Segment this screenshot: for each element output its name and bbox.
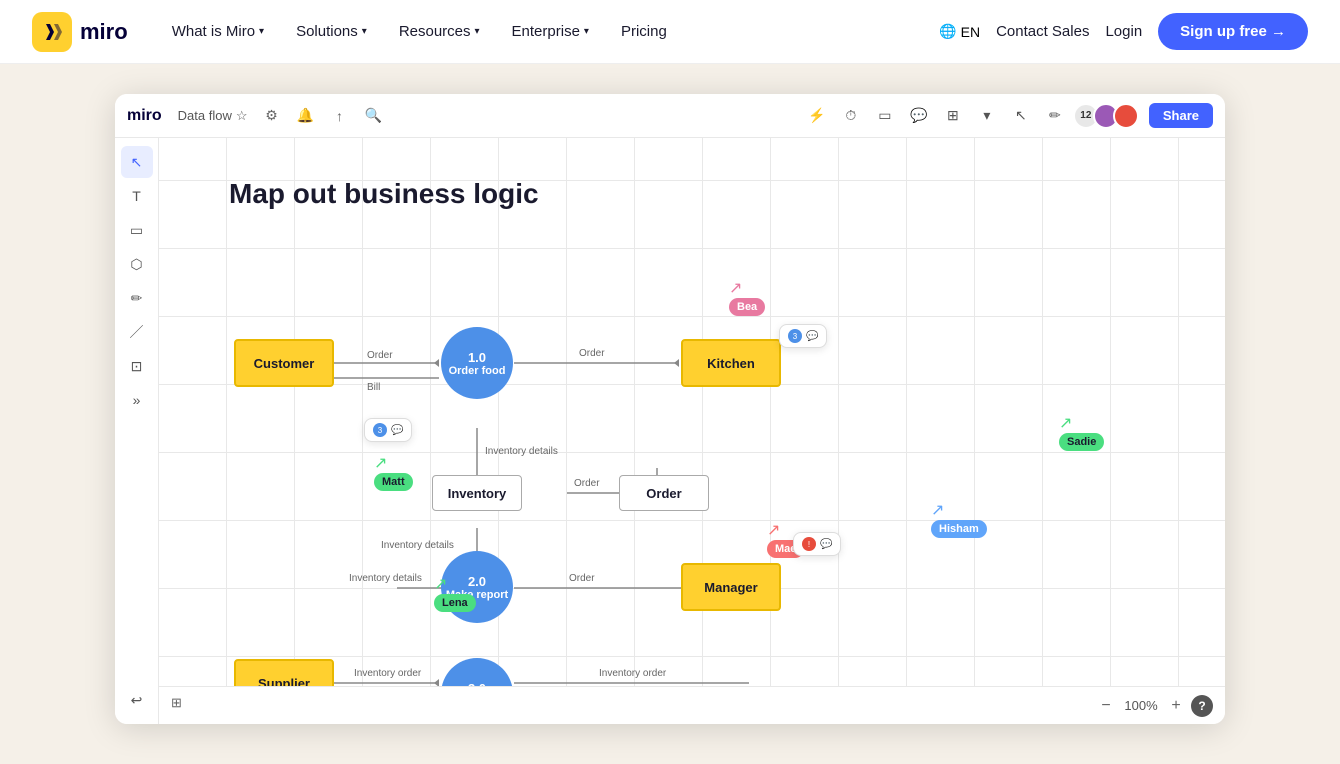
comment-icon[interactable]: 💬: [905, 102, 933, 130]
svg-text:Inventory details: Inventory details: [349, 573, 422, 584]
logo[interactable]: miro: [32, 12, 128, 52]
chevron-down-icon: ▾: [475, 26, 480, 37]
language-selector[interactable]: 🌐 EN: [939, 23, 980, 40]
cursor-hisham: ↗ Hisham: [931, 500, 944, 520]
logo-icon: [32, 12, 72, 52]
nav-links: What is Miro ▾ Solutions ▾ Resources ▾ E…: [160, 15, 939, 48]
chat-bubble-2: ! 💬: [793, 532, 841, 556]
logo-text: miro: [80, 19, 128, 45]
sticky-note-tool[interactable]: ▭: [121, 214, 153, 246]
diagram-svg: Order Bill Order Inventory details: [219, 158, 1179, 698]
cursor-mae: ↗ Mae: [767, 520, 780, 540]
svg-text:Bill: Bill: [367, 382, 380, 393]
nav-resources[interactable]: Resources ▾: [387, 15, 492, 48]
navbar: miro What is Miro ▾ Solutions ▾ Resource…: [0, 0, 1340, 64]
cursor-lena: ↗ Lena: [434, 574, 447, 594]
search-icon[interactable]: 🔍: [362, 104, 386, 128]
make-report-circle[interactable]: 2.0 Make report: [441, 551, 513, 623]
order-food-circle[interactable]: 1.0 Order food: [441, 327, 513, 399]
zoom-level: 100%: [1121, 698, 1161, 713]
svg-text:Order: Order: [367, 350, 393, 361]
zoom-controls: − 100% + ?: [1095, 695, 1213, 717]
select-tool[interactable]: ↖: [121, 146, 153, 178]
chat-bubble-1: 3 💬: [779, 324, 827, 348]
inventory-box[interactable]: Inventory: [432, 475, 522, 511]
whiteboard-body: ↖ T ▭ ⬡ ✏ ／ ⊡ » ↩ Map out business logic: [115, 138, 1225, 724]
left-toolbar: ↖ T ▭ ⬡ ✏ ／ ⊡ » ↩: [115, 138, 159, 724]
chevron-down-icon: ▾: [584, 26, 589, 37]
help-button[interactable]: ?: [1191, 695, 1213, 717]
customer-box[interactable]: Customer: [234, 339, 334, 387]
chevron-down-icon: ▾: [362, 26, 367, 37]
main-area: miro Data flow ☆ ⚙ 🔔 ↑ 🔍 ⚡ ⏱ ▭ 💬 ⊞ ▾ ↖ ✏: [0, 64, 1340, 764]
svg-text:Order: Order: [574, 478, 600, 489]
svg-text:Order: Order: [579, 348, 605, 359]
nav-pricing[interactable]: Pricing: [609, 15, 679, 48]
svg-text:Inventory details: Inventory details: [485, 446, 558, 457]
settings-icon[interactable]: ⚙: [260, 104, 284, 128]
manager-box[interactable]: Manager: [681, 563, 781, 611]
chat-bubble-3: 3 💬: [364, 418, 412, 442]
grid-icon[interactable]: ⊞: [939, 102, 967, 130]
signup-button[interactable]: Sign up free →: [1158, 13, 1308, 50]
whiteboard-canvas[interactable]: Map out business logic Order Bill Order: [159, 138, 1225, 724]
nav-what-is-miro[interactable]: What is Miro ▾: [160, 15, 276, 48]
collaborator-avatars: 12: [1079, 103, 1139, 129]
more-icon[interactable]: ▾: [973, 102, 1001, 130]
login-link[interactable]: Login: [1105, 23, 1142, 40]
diagram-container: Map out business logic Order Bill Order: [219, 158, 1179, 698]
wb-logo: miro: [127, 107, 162, 125]
svg-text:Inventory order: Inventory order: [599, 668, 667, 679]
chevron-down-icon: ▾: [259, 26, 264, 37]
pen-icon[interactable]: ✏: [1041, 102, 1069, 130]
nav-solutions[interactable]: Solutions ▾: [284, 15, 379, 48]
undo-tool[interactable]: ↩: [121, 684, 153, 716]
lightning-icon[interactable]: ⚡: [803, 102, 831, 130]
whiteboard-frame: miro Data flow ☆ ⚙ 🔔 ↑ 🔍 ⚡ ⏱ ▭ 💬 ⊞ ▾ ↖ ✏: [115, 94, 1225, 724]
timer-icon[interactable]: ⏱: [837, 102, 865, 130]
present-icon[interactable]: ▭: [871, 102, 899, 130]
bell-icon[interactable]: 🔔: [294, 104, 318, 128]
panel-toggle-icon[interactable]: ⊞: [171, 695, 193, 717]
frame-tool[interactable]: ⊡: [121, 350, 153, 382]
svg-text:Inventory order: Inventory order: [354, 668, 422, 679]
pen-tool[interactable]: ✏: [121, 282, 153, 314]
contact-sales-link[interactable]: Contact Sales: [996, 23, 1089, 40]
zoom-out-button[interactable]: −: [1095, 695, 1117, 717]
share-button[interactable]: Share: [1149, 103, 1213, 128]
svg-text:Order: Order: [569, 573, 595, 584]
cursor-mode-icon[interactable]: ↖: [1007, 102, 1035, 130]
globe-icon: 🌐: [939, 23, 956, 40]
whiteboard-bottombar: ⊞ − 100% + ?: [159, 686, 1225, 724]
kitchen-box[interactable]: Kitchen: [681, 339, 781, 387]
cursor-sadie: ↗ Sadie: [1059, 413, 1072, 433]
nav-right: 🌐 EN Contact Sales Login Sign up free →: [939, 13, 1308, 50]
cursor-matt: ↗ Matt: [374, 453, 387, 473]
order-box[interactable]: Order: [619, 475, 709, 511]
more-tools[interactable]: »: [121, 384, 153, 416]
text-tool[interactable]: T: [121, 180, 153, 212]
avatar-2: [1113, 103, 1139, 129]
svg-text:Inventory details: Inventory details: [381, 540, 454, 551]
cursor-bea: ↗ Bea: [729, 278, 742, 298]
line-tool[interactable]: ／: [121, 316, 153, 348]
wb-right-icons: ⚡ ⏱ ▭ 💬 ⊞ ▾ ↖ ✏ 12 Share: [803, 102, 1213, 130]
zoom-in-button[interactable]: +: [1165, 695, 1187, 717]
upload-icon[interactable]: ↑: [328, 104, 352, 128]
diagram-title: Map out business logic: [229, 178, 539, 210]
wb-filename: Data flow ☆: [178, 108, 248, 124]
nav-enterprise[interactable]: Enterprise ▾: [500, 15, 601, 48]
star-icon[interactable]: ☆: [236, 108, 248, 124]
whiteboard-topbar: miro Data flow ☆ ⚙ 🔔 ↑ 🔍 ⚡ ⏱ ▭ 💬 ⊞ ▾ ↖ ✏: [115, 94, 1225, 138]
wb-toolbar-icons: ⚙ 🔔 ↑ 🔍: [260, 104, 386, 128]
shape-tool[interactable]: ⬡: [121, 248, 153, 280]
